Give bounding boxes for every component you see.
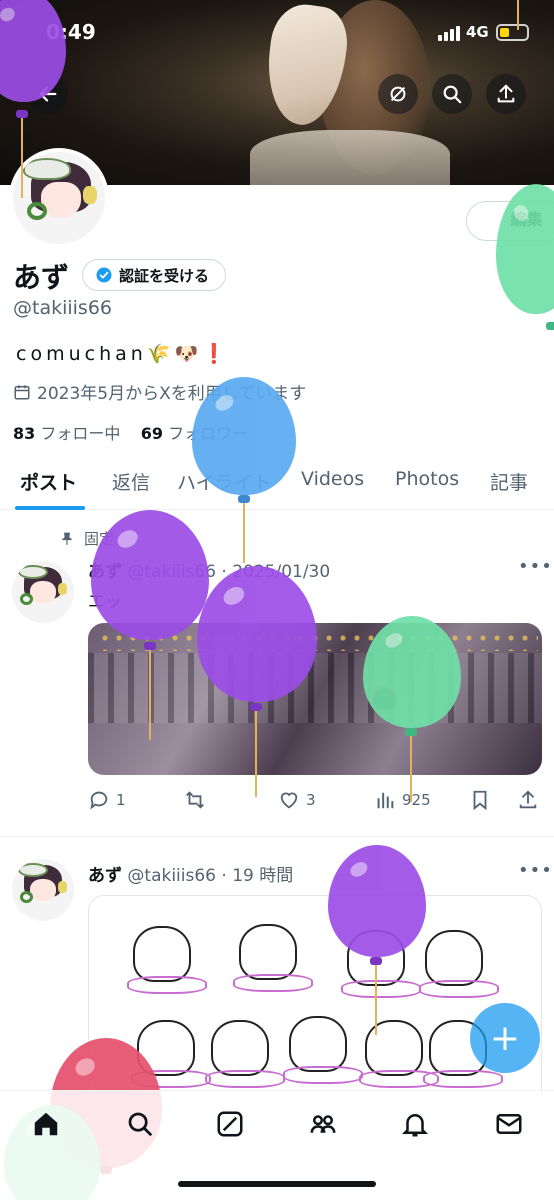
post-more-button[interactable]: ••• [518, 860, 553, 881]
balloon-purple [197, 566, 317, 702]
profile-handle: @takiiis66 [13, 297, 113, 319]
post-divider [0, 836, 554, 837]
signal-icon [438, 25, 462, 41]
profile-name: あず [13, 261, 70, 294]
active-tab-indicator [15, 506, 85, 510]
profile-avatar[interactable] [9, 148, 109, 248]
like-button[interactable]: 3 [278, 789, 316, 811]
post-meta: @takiiis66 · 19 時間 [127, 866, 294, 886]
post-more-button[interactable]: ••• [518, 556, 553, 577]
reply-button[interactable]: 1 [88, 789, 126, 811]
avatar-image [13, 152, 105, 244]
tab-videos[interactable]: Videos [301, 468, 364, 490]
following-label: フォロー中 [40, 424, 121, 443]
pin-icon [61, 532, 73, 545]
search-icon [443, 85, 462, 104]
calendar-icon [14, 384, 30, 399]
post-avatar[interactable] [12, 561, 74, 623]
share-icon [497, 84, 515, 103]
balloon-blue [192, 377, 296, 495]
verified-badge-icon [96, 267, 112, 283]
reply-icon [90, 791, 108, 810]
messages-tab[interactable] [494, 1109, 524, 1139]
grok-icon [217, 1111, 243, 1137]
communities-icon [310, 1115, 336, 1133]
post-author-name[interactable]: あず [88, 866, 122, 886]
balloon-purple [91, 510, 209, 640]
banner-shirt [250, 130, 450, 185]
profile-bio: comuchan🌾🐶❗ [16, 343, 230, 365]
search-button[interactable] [432, 74, 472, 114]
communities-tab[interactable] [308, 1109, 338, 1139]
repost-icon [186, 791, 204, 809]
repost-button[interactable] [184, 789, 206, 811]
heart-icon [280, 792, 298, 809]
post-avatar[interactable] [12, 859, 74, 921]
home-tab[interactable] [31, 1109, 61, 1139]
views-icon [377, 792, 394, 809]
tab-posts[interactable]: ポスト [20, 468, 77, 495]
balloon-green [363, 616, 461, 728]
home-indicator [178, 1181, 376, 1187]
plus-icon: + [489, 1017, 521, 1059]
refresh-button[interactable] [378, 74, 418, 114]
get-verified-button[interactable]: 認証を受ける [82, 259, 227, 291]
status-bar: 0:49 4G [0, 0, 554, 66]
tab-replies[interactable]: 返信 [112, 468, 150, 495]
explore-tab[interactable] [125, 1109, 155, 1139]
followers-count: 69 [140, 424, 163, 443]
like-count: 3 [306, 791, 316, 809]
views-button[interactable]: 925 [374, 789, 431, 811]
network-type: 4G [466, 23, 489, 41]
home-icon [34, 1112, 58, 1136]
balloon-purple [328, 845, 426, 957]
grok-tab[interactable] [215, 1109, 245, 1139]
views-count: 925 [402, 791, 431, 809]
reply-count: 1 [116, 791, 126, 809]
notifications-tab[interactable] [400, 1109, 430, 1139]
post-header: あず @takiiis66 · 19 時間 [88, 861, 293, 886]
share-icon [519, 790, 537, 809]
mail-icon [496, 1114, 522, 1134]
verify-label: 認証を受ける [119, 266, 210, 285]
share-button[interactable] [486, 74, 526, 114]
bookmark-icon [473, 790, 487, 811]
share-post-button[interactable] [517, 789, 539, 811]
search-icon [128, 1112, 153, 1137]
following-link[interactable]: 83 フォロー中 [13, 424, 120, 443]
bookmark-button[interactable] [469, 789, 491, 811]
bell-icon [401, 1114, 429, 1137]
post-actions: 1 3 925 [88, 789, 542, 813]
tab-articles[interactable]: 記事 [490, 468, 528, 495]
compose-post-button[interactable]: + [470, 1003, 540, 1073]
refresh-icon [390, 86, 406, 102]
battery-icon [496, 24, 529, 41]
following-count: 83 [13, 424, 36, 443]
tab-photos[interactable]: Photos [395, 468, 459, 490]
